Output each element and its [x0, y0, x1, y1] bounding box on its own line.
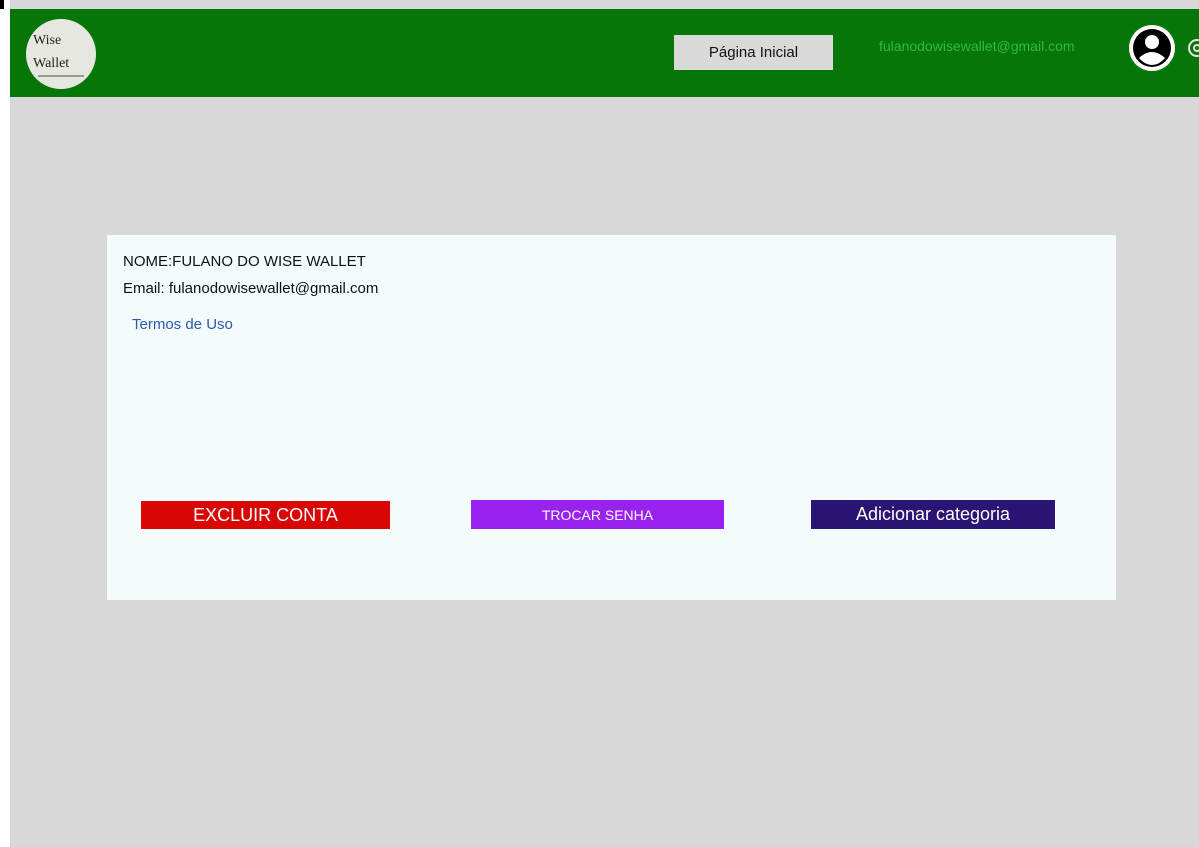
user-email-label: Email: fulanodowisewallet@gmail.com [123, 280, 379, 297]
logo-text-wise: Wise [33, 33, 62, 48]
header-user-email: fulanodowisewallet@gmail.com [879, 38, 1075, 54]
change-password-button[interactable]: TROCAR SENHA [471, 500, 724, 529]
user-circle-icon[interactable] [1128, 24, 1176, 72]
user-name-label: NOME:FULANO DO WISE WALLET [123, 253, 366, 270]
top-navbar: Wise Wallet Página Inicial fulanodowisew… [10, 9, 1199, 97]
logo-tagline [38, 75, 84, 77]
add-category-button[interactable]: Adicionar categoria [811, 500, 1055, 529]
account-card: NOME:FULANO DO WISE WALLET Email: fulano… [107, 235, 1116, 600]
terms-of-use-link[interactable]: Termos de Uso [132, 316, 233, 333]
home-page-button[interactable]: Página Inicial [674, 35, 833, 70]
wise-wallet-logo[interactable]: Wise Wallet [26, 19, 96, 89]
gear-icon[interactable] [1186, 38, 1199, 58]
corner-marker [0, 0, 4, 9]
delete-account-button[interactable]: EXCLUIR CONTA [141, 501, 390, 529]
logo-text-wallet: Wallet [33, 56, 70, 71]
